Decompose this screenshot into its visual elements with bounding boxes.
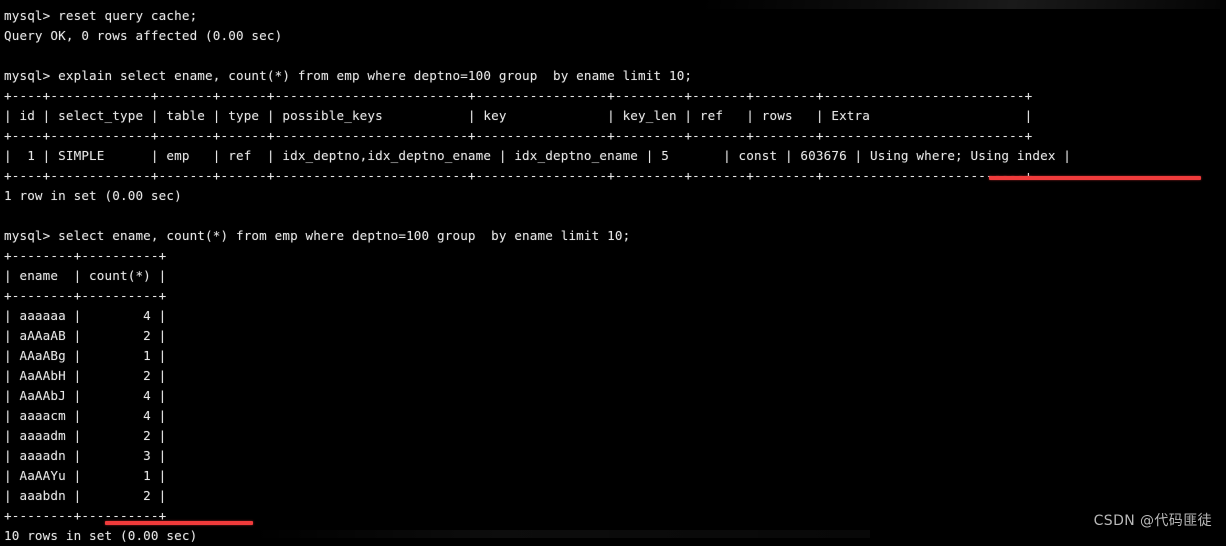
result-table-row: | aaaacm | 4 | [4, 408, 167, 423]
result-table-border-top: +--------+----------+ [4, 248, 167, 263]
result-table-row: | AAaABg | 1 | [4, 348, 167, 363]
watermark-label: CSDN @代码匪徒 [1093, 513, 1212, 529]
result-table-row: | aAAaAB | 2 | [4, 328, 167, 343]
explain-table-border-top: +----+-------------+-------+------+-----… [4, 88, 1033, 103]
highlight-underline-rows [105, 521, 253, 525]
result-table-row: | AaAAYu | 1 | [4, 468, 167, 483]
terminal-line: Query OK, 0 rows affected (0.00 sec) [4, 28, 283, 43]
result-table-row: | AaAAbH | 2 | [4, 368, 167, 383]
terminal-line: 10 rows in set (0.00 sec) [4, 528, 198, 543]
result-table-header: | ename | count(*) | [4, 268, 167, 283]
terminal-line: mysql> select ename, count(*) from emp w… [4, 228, 631, 243]
highlight-underline-extra [989, 176, 1201, 180]
explain-table-row: | 1 | SIMPLE | emp | ref | idx_deptno,id… [4, 148, 1072, 163]
result-table-row: | aaabdn | 2 | [4, 488, 167, 503]
explain-table-border-mid: +----+-------------+-------+------+-----… [4, 128, 1033, 143]
result-table-border-mid: +--------+----------+ [4, 288, 167, 303]
terminal-window: mysql> reset query cache; Query OK, 0 ro… [0, 0, 1226, 543]
explain-table-header: | id | select_type | table | type | poss… [4, 108, 1033, 123]
terminal-line: mysql> explain select ename, count(*) fr… [4, 68, 693, 83]
result-table-row: | aaaadm | 2 | [4, 428, 167, 443]
result-table-row: | aaaaaa | 4 | [4, 308, 167, 323]
terminal-line: mysql> reset query cache; [4, 8, 198, 23]
result-table-row: | AaAAbJ | 4 | [4, 388, 167, 403]
result-table-row: | aaaadn | 3 | [4, 448, 167, 463]
terminal-line: 1 row in set (0.00 sec) [4, 188, 182, 203]
